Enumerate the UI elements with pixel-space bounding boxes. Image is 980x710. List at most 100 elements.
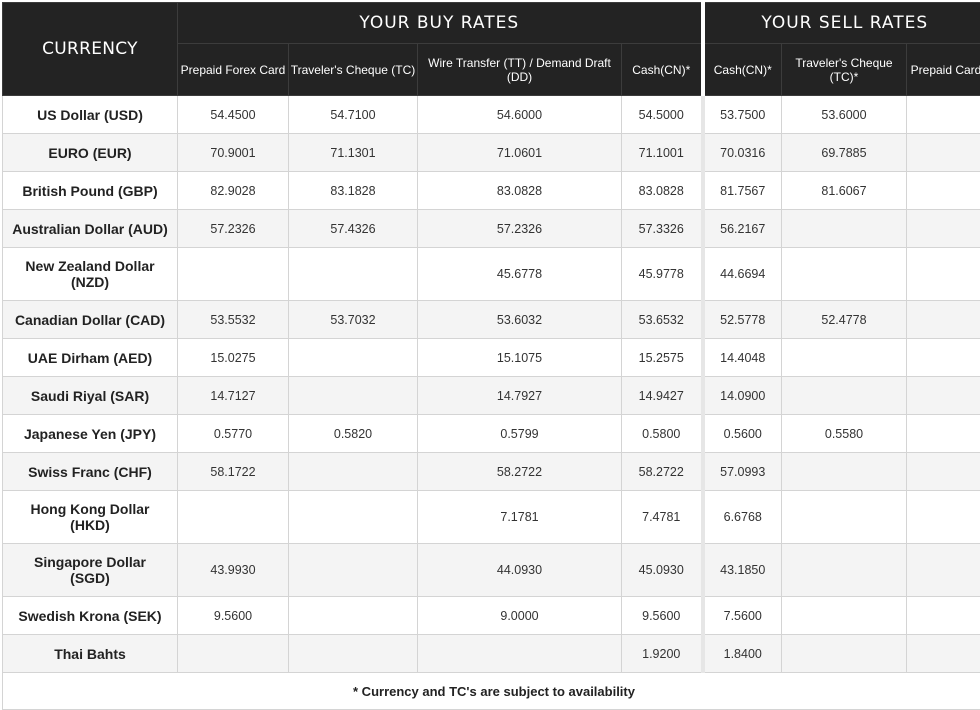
sell-prepaid-card-rate-cell xyxy=(907,635,980,673)
sell-travelers-cheque-rate-cell xyxy=(782,453,907,491)
sell-cash-rate-cell: 7.5600 xyxy=(703,597,782,635)
buy-travelers-cheque-rate-cell xyxy=(289,377,418,415)
sell-travelers-cheque-rate-cell: 52.4778 xyxy=(782,301,907,339)
currency-name-cell: Saudi Riyal (SAR) xyxy=(3,377,178,415)
sell-cash-rate-cell: 81.7567 xyxy=(703,172,782,210)
sell-prepaid-card-rate-cell xyxy=(907,453,980,491)
sell-prepaid-card-rate-cell xyxy=(907,134,980,172)
sell-cash-rate-cell: 53.7500 xyxy=(703,96,782,134)
currency-column-header: CURRENCY xyxy=(3,3,178,96)
availability-note: * Currency and TC's are subject to avail… xyxy=(3,673,980,710)
sell-prepaid-card-header: Prepaid Card xyxy=(907,44,980,96)
sell-travelers-cheque-rate-cell xyxy=(782,339,907,377)
table-row: Swiss Franc (CHF)58.172258.272258.272257… xyxy=(3,453,980,491)
sell-prepaid-card-rate-cell xyxy=(907,544,980,597)
buy-cash-rate-cell: 58.2722 xyxy=(622,453,703,491)
sell-rates-header: YOUR SELL RATES xyxy=(703,3,980,44)
buy-travelers-cheque-rate-cell xyxy=(289,339,418,377)
sell-prepaid-card-rate-cell xyxy=(907,597,980,635)
buy-wire-transfer-rate-cell: 45.6778 xyxy=(418,248,622,301)
buy-prepaid-forex-card-rate-cell: 15.0275 xyxy=(178,339,289,377)
table-row: British Pound (GBP)82.902883.182883.0828… xyxy=(3,172,980,210)
sell-travelers-cheque-rate-cell xyxy=(782,491,907,544)
buy-wire-transfer-rate-cell: 15.1075 xyxy=(418,339,622,377)
buy-travelers-cheque-rate-cell: 53.7032 xyxy=(289,301,418,339)
buy-travelers-cheque-rate-cell: 71.1301 xyxy=(289,134,418,172)
currency-name-cell: US Dollar (USD) xyxy=(3,96,178,134)
sell-prepaid-card-rate-cell xyxy=(907,248,980,301)
buy-prepaid-forex-card-rate-cell: 58.1722 xyxy=(178,453,289,491)
buy-wire-transfer-rate-cell: 54.6000 xyxy=(418,96,622,134)
currency-name-cell: Thai Bahts xyxy=(3,635,178,673)
table-row: US Dollar (USD)54.450054.710054.600054.5… xyxy=(3,96,980,134)
buy-travelers-cheque-rate-cell xyxy=(289,635,418,673)
buy-wire-transfer-rate-cell: 57.2326 xyxy=(418,210,622,248)
buy-prepaid-forex-card-rate-cell: 43.9930 xyxy=(178,544,289,597)
buy-cash-rate-cell: 45.9778 xyxy=(622,248,703,301)
buy-travelers-cheque-header: Traveler's Cheque (TC) xyxy=(289,44,418,96)
buy-prepaid-forex-card-rate-cell: 82.9028 xyxy=(178,172,289,210)
buy-travelers-cheque-rate-cell xyxy=(289,544,418,597)
rates-table: CURRENCY YOUR BUY RATES YOUR SELL RATES … xyxy=(2,2,980,710)
sell-travelers-cheque-rate-cell xyxy=(782,210,907,248)
buy-cash-rate-cell: 83.0828 xyxy=(622,172,703,210)
sell-prepaid-card-rate-cell xyxy=(907,339,980,377)
table-row: Japanese Yen (JPY)0.57700.58200.57990.58… xyxy=(3,415,980,453)
sell-travelers-cheque-rate-cell xyxy=(782,635,907,673)
table-row: Swedish Krona (SEK)9.56009.00009.56007.5… xyxy=(3,597,980,635)
currency-name-cell: Canadian Dollar (CAD) xyxy=(3,301,178,339)
currency-name-cell: Japanese Yen (JPY) xyxy=(3,415,178,453)
buy-cash-rate-cell: 0.5800 xyxy=(622,415,703,453)
buy-prepaid-forex-card-header: Prepaid Forex Card xyxy=(178,44,289,96)
buy-cash-rate-cell: 1.9200 xyxy=(622,635,703,673)
buy-travelers-cheque-rate-cell: 54.7100 xyxy=(289,96,418,134)
buy-wire-transfer-header: Wire Transfer (TT) / Demand Draft (DD) xyxy=(418,44,622,96)
buy-travelers-cheque-rate-cell xyxy=(289,453,418,491)
buy-cash-rate-cell: 45.0930 xyxy=(622,544,703,597)
sell-travelers-cheque-rate-cell xyxy=(782,597,907,635)
currency-name-cell: EURO (EUR) xyxy=(3,134,178,172)
sell-prepaid-card-rate-cell xyxy=(907,415,980,453)
table-row: Saudi Riyal (SAR)14.712714.792714.942714… xyxy=(3,377,980,415)
sell-prepaid-card-rate-cell xyxy=(907,210,980,248)
buy-rates-header: YOUR BUY RATES xyxy=(178,3,703,44)
sell-cash-rate-cell: 6.6768 xyxy=(703,491,782,544)
buy-prepaid-forex-card-rate-cell: 57.2326 xyxy=(178,210,289,248)
sell-cash-rate-cell: 43.1850 xyxy=(703,544,782,597)
sell-cash-rate-cell: 14.0900 xyxy=(703,377,782,415)
buy-cash-rate-cell: 14.9427 xyxy=(622,377,703,415)
sell-prepaid-card-rate-cell xyxy=(907,491,980,544)
sell-travelers-cheque-rate-cell: 69.7885 xyxy=(782,134,907,172)
sell-cash-rate-cell: 57.0993 xyxy=(703,453,782,491)
buy-wire-transfer-rate-cell xyxy=(418,635,622,673)
buy-travelers-cheque-rate-cell: 0.5820 xyxy=(289,415,418,453)
buy-travelers-cheque-rate-cell xyxy=(289,491,418,544)
buy-cash-rate-cell: 53.6532 xyxy=(622,301,703,339)
currency-name-cell: British Pound (GBP) xyxy=(3,172,178,210)
table-row: Singapore Dollar (SGD)43.993044.093045.0… xyxy=(3,544,980,597)
sell-travelers-cheque-rate-cell xyxy=(782,248,907,301)
sell-cash-rate-cell: 1.8400 xyxy=(703,635,782,673)
sell-prepaid-card-rate-cell xyxy=(907,172,980,210)
table-row: New Zealand Dollar (NZD)45.677845.977844… xyxy=(3,248,980,301)
buy-cash-rate-cell: 54.5000 xyxy=(622,96,703,134)
rates-table-header: CURRENCY YOUR BUY RATES YOUR SELL RATES … xyxy=(3,3,980,96)
buy-travelers-cheque-rate-cell xyxy=(289,597,418,635)
sell-cash-header: Cash(CN)* xyxy=(703,44,782,96)
buy-wire-transfer-rate-cell: 83.0828 xyxy=(418,172,622,210)
buy-wire-transfer-rate-cell: 9.0000 xyxy=(418,597,622,635)
buy-travelers-cheque-rate-cell xyxy=(289,248,418,301)
buy-travelers-cheque-rate-cell: 83.1828 xyxy=(289,172,418,210)
currency-name-cell: Singapore Dollar (SGD) xyxy=(3,544,178,597)
currency-name-cell: Hong Kong Dollar (HKD) xyxy=(3,491,178,544)
currency-name-cell: UAE Dirham (AED) xyxy=(3,339,178,377)
buy-cash-rate-cell: 71.1001 xyxy=(622,134,703,172)
sell-travelers-cheque-rate-cell xyxy=(782,377,907,415)
sell-cash-rate-cell: 0.5600 xyxy=(703,415,782,453)
buy-cash-rate-cell: 57.3326 xyxy=(622,210,703,248)
currency-name-cell: Swedish Krona (SEK) xyxy=(3,597,178,635)
buy-prepaid-forex-card-rate-cell xyxy=(178,248,289,301)
buy-wire-transfer-rate-cell: 71.0601 xyxy=(418,134,622,172)
table-row: Thai Bahts 1.92001.8400 xyxy=(3,635,980,673)
buy-prepaid-forex-card-rate-cell: 0.5770 xyxy=(178,415,289,453)
